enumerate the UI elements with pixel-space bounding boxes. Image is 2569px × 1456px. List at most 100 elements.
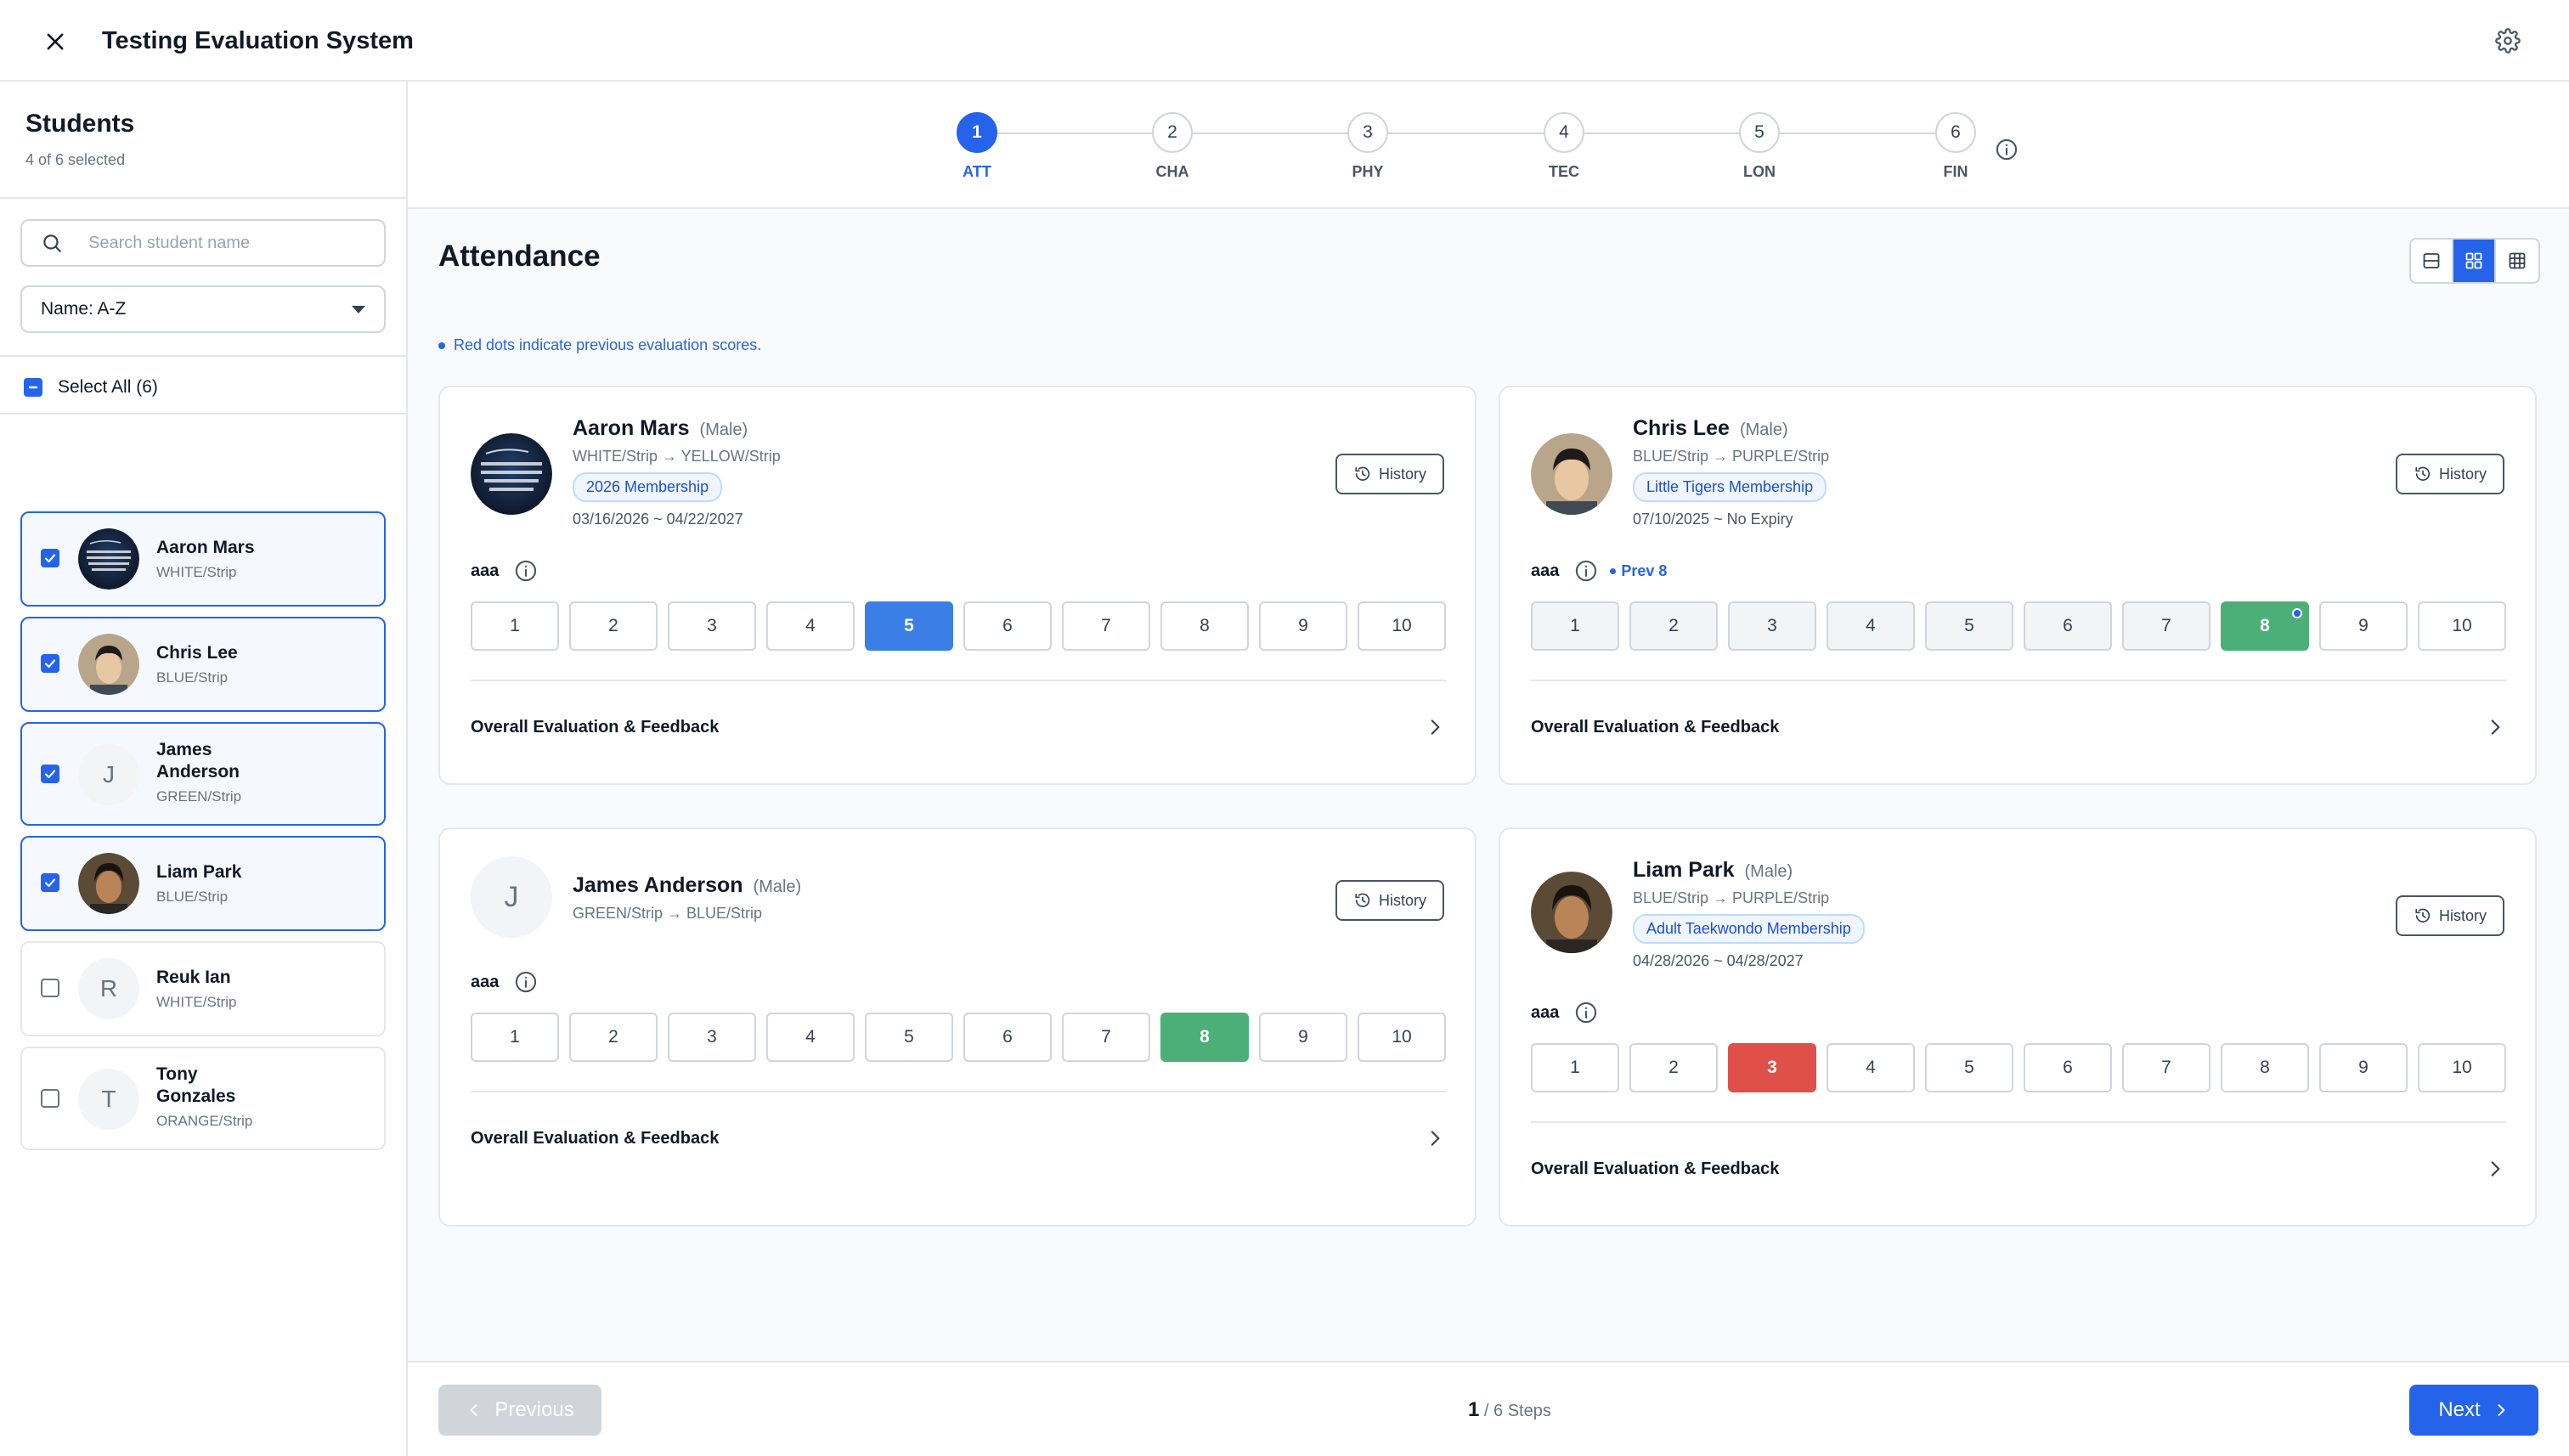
step-code: LON — [1743, 163, 1776, 180]
student-item-tony-gonzales[interactable]: T Tony Gonzales ORANGE/Strip — [20, 1047, 386, 1150]
info-icon[interactable] — [1574, 1001, 1598, 1024]
score-button-4[interactable]: 4 — [1827, 601, 1915, 651]
score-button-2[interactable]: 2 — [569, 1013, 658, 1062]
student-card-liam-park: Liam Park (Male) BLUE/Strip → PURPLE/Str… — [1499, 827, 2537, 1227]
grid-view-button[interactable] — [2453, 240, 2496, 282]
previous-button[interactable]: Previous — [438, 1385, 601, 1436]
gear-icon — [2495, 28, 2521, 54]
score-button-2[interactable]: 2 — [1629, 1043, 1718, 1092]
avatar-initial: R — [78, 958, 139, 1019]
score-button-1[interactable]: 1 — [1531, 601, 1619, 651]
sort-select[interactable]: Name: A-Z — [20, 285, 386, 333]
step-lon[interactable]: 5 LON — [1717, 112, 1802, 181]
next-button[interactable]: Next — [2409, 1385, 2538, 1436]
student-name-line1: James — [156, 740, 212, 759]
score-button-8-selected[interactable]: 8 — [1160, 1013, 1249, 1062]
score-button-6[interactable]: 6 — [2024, 1043, 2112, 1092]
score-button-7[interactable]: 7 — [2122, 1043, 2210, 1092]
student-item-james-anderson[interactable]: J James Anderson GREEN/Strip — [20, 722, 386, 826]
score-button-8[interactable]: 8 — [2221, 1043, 2309, 1092]
step-cha[interactable]: 2 CHA — [1130, 112, 1215, 181]
feedback-row[interactable]: Overall Evaluation & Feedback — [1531, 1152, 2506, 1186]
avatar — [1531, 433, 1612, 515]
score-button-5[interactable]: 5 — [1925, 601, 2013, 651]
history-button[interactable]: History — [2396, 454, 2504, 494]
student-name: Reuk Ian — [156, 968, 231, 987]
score-button-9[interactable]: 9 — [2319, 601, 2408, 651]
student-item-liam-park[interactable]: Liam Park BLUE/Strip — [20, 836, 386, 931]
score-button-5[interactable]: 5 — [865, 1013, 953, 1062]
score-button-3[interactable]: 3 — [668, 601, 756, 651]
info-icon[interactable] — [514, 970, 538, 994]
history-button[interactable]: History — [2396, 895, 2504, 936]
score-button-7[interactable]: 7 — [1062, 1013, 1150, 1062]
score-button-9[interactable]: 9 — [1259, 1013, 1347, 1062]
belt-progression: BLUE/Strip → PURPLE/Strip — [1633, 889, 1830, 906]
score-button-6[interactable]: 6 — [2024, 601, 2112, 651]
feedback-row[interactable]: Overall Evaluation & Feedback — [471, 1121, 1446, 1155]
history-button[interactable]: History — [1335, 880, 1444, 921]
score-button-3[interactable]: 3 — [668, 1013, 756, 1062]
score-button-7[interactable]: 7 — [2122, 601, 2210, 651]
step-fin[interactable]: 6 FIN — [1913, 112, 1998, 181]
belt-progression: WHITE/Strip → YELLOW/Strip — [573, 448, 781, 465]
checkbox-unchecked-icon[interactable] — [41, 979, 59, 997]
divider — [471, 1091, 1446, 1092]
score-button-4[interactable]: 4 — [766, 1013, 855, 1062]
criterion-row: aaa — [1531, 1001, 1598, 1024]
score-button-9[interactable]: 9 — [2319, 1043, 2408, 1092]
history-button[interactable]: History — [1335, 454, 1444, 494]
info-icon[interactable] — [1995, 138, 2019, 161]
score-button-5-selected[interactable]: 5 — [865, 601, 953, 651]
score-button-4[interactable]: 4 — [766, 601, 855, 651]
student-item-chris-lee[interactable]: Chris Lee BLUE/Strip — [20, 617, 386, 712]
student-item-aaron-mars[interactable]: Aaron Mars WHITE/Strip — [20, 511, 386, 607]
score-button-8-selected[interactable]: 8 — [2221, 601, 2309, 651]
score-button-10[interactable]: 10 — [1358, 601, 1446, 651]
search-input[interactable] — [88, 233, 369, 253]
checkbox-checked-icon[interactable] — [41, 654, 59, 673]
score-button-7[interactable]: 7 — [1062, 601, 1150, 651]
score-button-10[interactable]: 10 — [1358, 1013, 1446, 1062]
score-button-10[interactable]: 10 — [2418, 601, 2506, 651]
avatar-initial: J — [471, 856, 552, 938]
score-button-3[interactable]: 3 — [1728, 601, 1816, 651]
search-box[interactable] — [20, 219, 386, 267]
score-button-2[interactable]: 2 — [1629, 601, 1718, 651]
score-button-5[interactable]: 5 — [1925, 1043, 2013, 1092]
checkbox-checked-icon[interactable] — [41, 873, 59, 892]
student-info: Chris Lee BLUE/Strip — [156, 642, 238, 686]
student-item-reuk-ian[interactable]: R Reuk Ian WHITE/Strip — [20, 941, 386, 1036]
caret-down-icon — [352, 305, 365, 313]
score-button-9[interactable]: 9 — [1259, 601, 1347, 651]
close-button[interactable] — [37, 24, 73, 59]
score-button-3-selected[interactable]: 3 — [1728, 1043, 1816, 1092]
checkbox-checked-icon[interactable] — [41, 549, 59, 567]
student-info: Aaron Mars WHITE/Strip — [156, 537, 255, 581]
score-button-2[interactable]: 2 — [569, 601, 658, 651]
score-button-1[interactable]: 1 — [471, 601, 559, 651]
step-tec[interactable]: 4 TEC — [1522, 112, 1606, 181]
student-belt: BLUE/Strip — [156, 889, 229, 905]
list-view-button[interactable] — [2411, 240, 2453, 282]
info-icon[interactable] — [1574, 559, 1598, 583]
score-button-4[interactable]: 4 — [1827, 1043, 1915, 1092]
select-all-checkbox[interactable]: Select All (6) — [24, 370, 158, 404]
score-button-6[interactable]: 6 — [963, 601, 1052, 651]
feedback-row[interactable]: Overall Evaluation & Feedback — [1531, 710, 2506, 744]
score-button-1[interactable]: 1 — [471, 1013, 559, 1062]
step-number: 2 — [1152, 112, 1193, 153]
score-button-1[interactable]: 1 — [1531, 1043, 1619, 1092]
info-icon[interactable] — [514, 559, 538, 583]
checkbox-unchecked-icon[interactable] — [41, 1089, 59, 1108]
table-view-button[interactable] — [2496, 240, 2538, 282]
chevron-right-icon — [1424, 1127, 1446, 1149]
score-button-10[interactable]: 10 — [2418, 1043, 2506, 1092]
score-button-8[interactable]: 8 — [1160, 601, 1249, 651]
settings-button[interactable] — [2491, 24, 2525, 58]
score-button-6[interactable]: 6 — [963, 1013, 1052, 1062]
step-att[interactable]: 1 ATT — [934, 112, 1019, 181]
feedback-row[interactable]: Overall Evaluation & Feedback — [471, 710, 1446, 744]
checkbox-checked-icon[interactable] — [41, 765, 59, 783]
step-phy[interactable]: 3 PHY — [1325, 112, 1410, 181]
